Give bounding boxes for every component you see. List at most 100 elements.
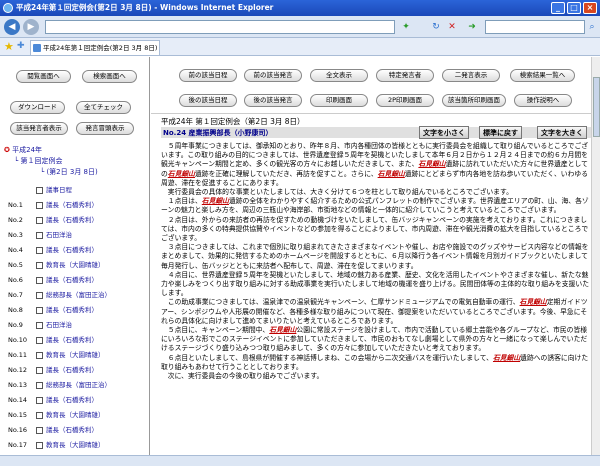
print-button[interactable]: 印刷画面 xyxy=(310,94,368,107)
tree-session[interactable]: └ 第１回定例会 xyxy=(14,156,62,166)
member-name-link[interactable]: 教育長（大園晴雄） xyxy=(46,441,105,449)
scrollbar-thumb[interactable] xyxy=(593,77,600,137)
close-window-button[interactable]: × xyxy=(583,2,597,14)
member-checkbox[interactable] xyxy=(36,366,43,374)
member-name-link[interactable]: 石田洋治 xyxy=(46,231,72,239)
member-checkbox[interactable] xyxy=(36,396,43,404)
browse-screen-button[interactable]: 閲覧画面へ xyxy=(16,70,71,83)
member-checkbox[interactable] xyxy=(36,186,43,194)
tree-year[interactable]: ✪ 平成24年 xyxy=(4,145,42,155)
tab-label: 平成24年第１回定例会(第2日 3月 8日) xyxy=(43,44,158,52)
member-name-link[interactable]: 教育長（大園晴雄） xyxy=(46,351,105,359)
member-name-link[interactable]: 総務部長（富田正治） xyxy=(46,381,111,389)
member-name-link[interactable]: 議長（石橋秀利） xyxy=(46,336,98,344)
member-checkbox[interactable] xyxy=(36,411,43,419)
font-larger-button[interactable]: 文字を大きく xyxy=(537,126,587,139)
font-smaller-button[interactable]: 文字を小さく xyxy=(419,126,469,139)
member-row[interactable]: No.9 石田洋治 xyxy=(8,320,143,330)
check-all-button[interactable]: 全てチェック xyxy=(76,101,131,114)
speech-paragraph: ２点目は、外からの来訪者の再訪を促すための動機づけをいたしまして、缶バッジキャン… xyxy=(161,216,593,244)
member-checkbox[interactable] xyxy=(36,201,43,209)
member-name-link[interactable]: 議長（石橋秀利） xyxy=(46,396,98,404)
refresh-icon[interactable]: ↻ xyxy=(430,21,442,33)
member-row[interactable]: No.8 議長（石橋秀利） xyxy=(8,305,143,315)
member-row[interactable]: No.10 議長（石橋秀利） xyxy=(8,335,143,345)
member-row[interactable]: No.14 議長（石橋秀利） xyxy=(8,395,143,405)
member-checkbox[interactable] xyxy=(36,291,43,299)
member-row[interactable]: 議事日程 xyxy=(8,185,143,195)
member-checkbox[interactable] xyxy=(36,261,43,269)
prev-speech-button[interactable]: 前の該当発言 xyxy=(244,69,302,82)
forward-arrow-icon[interactable]: ▶ xyxy=(23,19,39,35)
manual-button[interactable]: 操作説明へ xyxy=(514,94,572,107)
member-number: No.1 xyxy=(8,201,23,209)
url-input[interactable] xyxy=(45,20,395,34)
member-checkbox[interactable] xyxy=(36,306,43,314)
member-name-link[interactable]: 議長（石橋秀利） xyxy=(46,201,98,209)
member-name-link[interactable]: 議事日程 xyxy=(46,186,72,194)
member-checkbox[interactable] xyxy=(36,246,43,254)
left-navigation-pane: 閲覧画面へ 検索画面へ ダウンロード 全てチェック 該当発言者表示 発言冒頭表示… xyxy=(0,57,150,455)
specific-speaker-button[interactable]: 特定発言者 xyxy=(376,69,434,82)
member-name-link[interactable]: 議長（石橋秀利） xyxy=(46,306,98,314)
minimize-button[interactable]: _ xyxy=(551,2,565,14)
member-checkbox[interactable] xyxy=(36,216,43,224)
member-name-link[interactable]: 教育長（大園晴雄） xyxy=(46,411,105,419)
member-row[interactable]: No.16 議長（石橋秀利） xyxy=(8,425,143,435)
stop-icon[interactable]: ✕ xyxy=(446,21,458,33)
next-item-button[interactable]: 後の該当日程 xyxy=(179,94,237,107)
favorites-star-icon[interactable]: ★ xyxy=(4,40,14,53)
member-number: No.3 xyxy=(8,231,23,239)
member-checkbox[interactable] xyxy=(36,231,43,239)
search-icon[interactable]: ⌕ xyxy=(586,21,598,33)
tab-current[interactable]: 平成24年第１回定例会(第2日 3月 8日) xyxy=(30,40,160,55)
member-name-link[interactable]: 総務部長（富田正治） xyxy=(46,291,111,299)
member-row[interactable]: No.15 教育長（大園晴雄） xyxy=(8,410,143,420)
member-name-link[interactable]: 議長（石橋秀利） xyxy=(46,426,98,434)
show-speech-heads-button[interactable]: 発言冒頭表示 xyxy=(76,122,134,135)
member-row[interactable]: No.6 議長（石橋秀利） xyxy=(8,275,143,285)
tree-day[interactable]: └ (第2日 3月 8日) xyxy=(40,167,98,177)
full-text-button[interactable]: 全文表示 xyxy=(310,69,368,82)
two-speech-button[interactable]: 二発言表示 xyxy=(442,69,500,82)
member-row[interactable]: No.2 議長（石橋秀利） xyxy=(8,215,143,225)
show-speakers-button[interactable]: 該当発言者表示 xyxy=(10,122,68,135)
download-button[interactable]: ダウンロード xyxy=(10,101,65,114)
add-favorite-icon[interactable]: ✚ xyxy=(17,41,25,51)
member-row[interactable]: No.1 議長（石橋秀利） xyxy=(8,200,143,210)
member-row[interactable]: No.7 総務部長（富田正治） xyxy=(8,290,143,300)
member-row[interactable]: No.4 議長（石橋秀利） xyxy=(8,245,143,255)
member-row[interactable]: No.12 議長（石橋秀利） xyxy=(8,365,143,375)
member-checkbox[interactable] xyxy=(36,321,43,329)
member-row[interactable]: No.13 総務部長（富田正治） xyxy=(8,380,143,390)
member-row[interactable]: No.3 石田洋治 xyxy=(8,230,143,240)
member-checkbox[interactable] xyxy=(36,351,43,359)
member-name-link[interactable]: 石田洋治 xyxy=(46,321,72,329)
go-icon[interactable]: ✦ xyxy=(400,21,412,33)
next-speech-button[interactable]: 後の該当発言 xyxy=(244,94,302,107)
print-2p-button[interactable]: 2P印刷画面 xyxy=(376,94,434,107)
search-results-button[interactable]: 検索結果一覧へ xyxy=(510,69,575,82)
search-screen-button[interactable]: 検索画面へ xyxy=(82,70,137,83)
member-checkbox[interactable] xyxy=(36,276,43,284)
prev-item-button[interactable]: 前の該当日程 xyxy=(179,69,237,82)
hit-print-button[interactable]: 該当箇所印刷画面 xyxy=(442,94,506,107)
member-row[interactable]: No.17 教育長（大園晴雄） xyxy=(8,440,143,450)
vertical-scrollbar[interactable] xyxy=(591,57,600,455)
member-name-link[interactable]: 教育長（大園晴雄） xyxy=(46,261,105,269)
member-name-link[interactable]: 議長（石橋秀利） xyxy=(46,246,98,254)
member-name-link[interactable]: 議長（石橋秀利） xyxy=(46,216,98,224)
member-checkbox[interactable] xyxy=(36,381,43,389)
search-input[interactable] xyxy=(485,20,585,34)
member-checkbox[interactable] xyxy=(36,441,43,449)
member-row[interactable]: No.11 教育長（大園晴雄） xyxy=(8,350,143,360)
member-checkbox[interactable] xyxy=(36,336,43,344)
go-arrow-icon[interactable]: ➜ xyxy=(466,21,478,33)
member-name-link[interactable]: 議長（石橋秀利） xyxy=(46,366,98,374)
member-row[interactable]: No.5 教育長（大園晴雄） xyxy=(8,260,143,270)
member-name-link[interactable]: 議長（石橋秀利） xyxy=(46,276,98,284)
back-arrow-icon[interactable]: ◀ xyxy=(4,19,20,35)
maximize-button[interactable]: □ xyxy=(567,2,581,14)
member-checkbox[interactable] xyxy=(36,426,43,434)
font-normal-button[interactable]: 標準に戻す xyxy=(479,126,522,139)
